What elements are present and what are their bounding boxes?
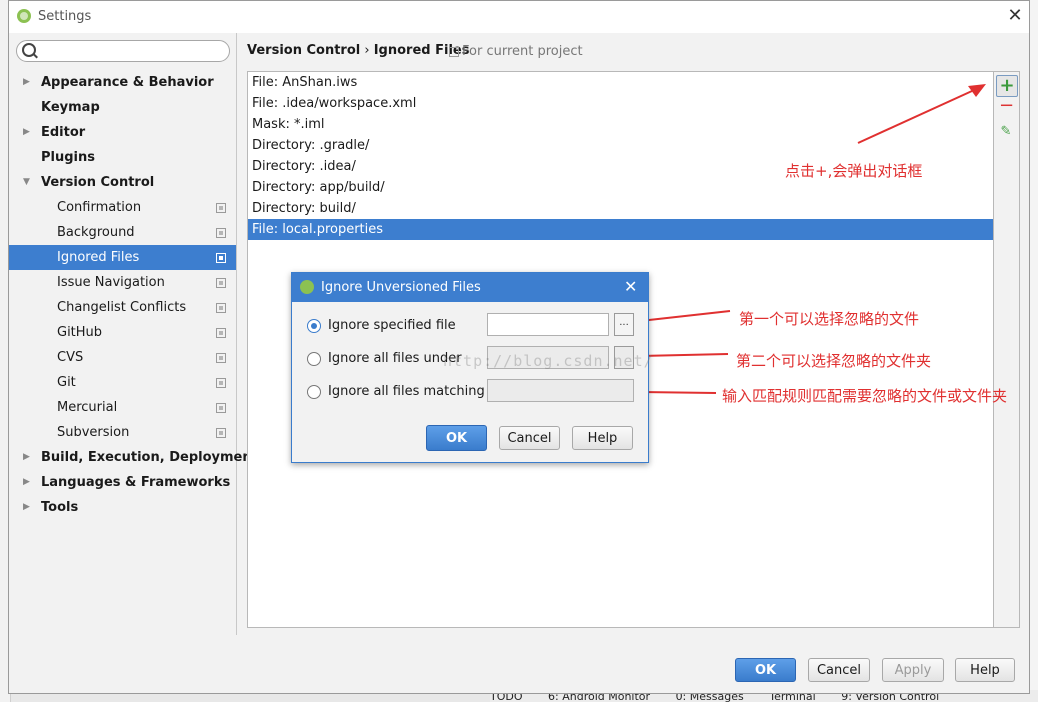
dialog-cancel-button[interactable]: Cancel [499,426,560,450]
radio-ignore-dir[interactable] [307,352,321,366]
radio-ignore-pattern[interactable] [307,385,321,399]
close-icon[interactable]: ✕ [624,277,637,296]
browse-file-button[interactable]: ... [614,313,634,336]
annotation-pattern: 输入匹配规则匹配需要忽略的文件或文件夹 [722,387,1008,405]
dialog-title: Ignore Unversioned Files [321,280,481,295]
option-ignore-dir-label[interactable]: Ignore all files under [328,351,462,366]
option-ignore-pattern-label[interactable]: Ignore all files matching [328,384,485,399]
pattern-input[interactable] [487,379,634,402]
option-ignore-file-label[interactable]: Ignore specified file [328,318,456,333]
dialog-help-button[interactable]: Help [572,426,633,450]
radio-ignore-file[interactable] [307,319,321,333]
annotation-plus: 点击+,会弹出对话框 [785,162,923,180]
android-studio-icon [300,280,314,294]
annotation-file: 第一个可以选择忽略的文件 [739,310,920,328]
annotation-dir: 第二个可以选择忽略的文件夹 [736,352,932,370]
file-path-input[interactable] [487,313,609,336]
dialog-title-bar: Ignore Unversioned Files ✕ [292,273,648,302]
dialog-ok-button[interactable]: OK [426,425,487,451]
watermark: http://blog.csdn.net/ [443,352,654,370]
